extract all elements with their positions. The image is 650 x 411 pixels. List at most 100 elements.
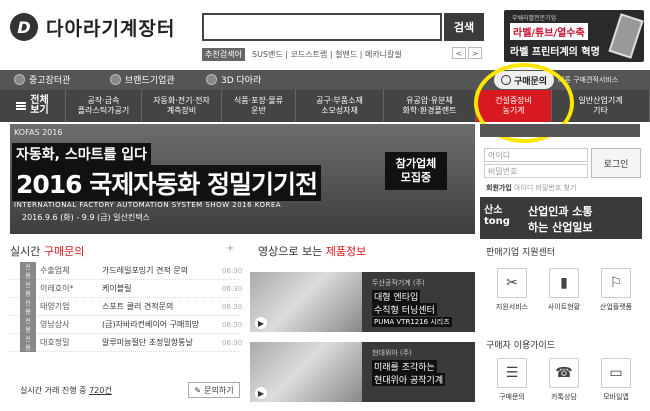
purchase-inquiry-guide[interactable]: ☰ 구매문의 bbox=[486, 358, 538, 402]
prev-arrow-icon[interactable]: < bbox=[452, 47, 466, 59]
more-icon[interactable]: + bbox=[226, 243, 234, 254]
live-inquiries-title: 실시간 구매문의 bbox=[10, 245, 85, 258]
industry-ad-line2: 하는 산업일보 bbox=[528, 221, 593, 234]
industry-ad-logo: 산소 tong bbox=[484, 205, 510, 227]
inquiry-title: (금)자바라컨베이어 구매희망 bbox=[102, 320, 200, 329]
video-desc1: 미래를 조각하는 bbox=[372, 360, 437, 373]
tools-icon: ✂ bbox=[497, 268, 527, 298]
time: 06:30 bbox=[222, 284, 243, 293]
live-total: 실시간 거래 진행 중 720건 bbox=[20, 386, 112, 395]
category-tools-parts[interactable]: 공구·부품소재 소모성자재 bbox=[296, 90, 384, 122]
mobile-app[interactable]: ▭ 모바일앱 bbox=[590, 358, 642, 402]
logo-mark-icon: D bbox=[10, 13, 38, 41]
category-all[interactable]: 전체 보기 bbox=[0, 90, 66, 122]
banner-title: 2016 국제자동화 정밀기기전 bbox=[12, 165, 321, 201]
brand-icon bbox=[110, 74, 121, 85]
time: 06:30 bbox=[222, 266, 243, 275]
document-icon: ☰ bbox=[497, 358, 527, 388]
video-card[interactable]: ▶ 현대위아 (주) 미래를 조각하는 현대위아 공작기계 bbox=[250, 342, 475, 402]
company: 태양기업 bbox=[40, 302, 70, 311]
buyer-guide-grid: ☰ 구매문의 ☎ 카톡상담 ▭ 모바일앱 bbox=[486, 358, 642, 402]
company: 이레호이* bbox=[40, 284, 74, 293]
live-inquiries-list: 신용 수출업체 가드레일포밍기 견적 문의 06:30 신용 이레호이* 케이블… bbox=[10, 261, 243, 352]
category-food-packaging[interactable]: 식품·포장·물류 운반 bbox=[222, 90, 296, 122]
play-icon[interactable]: ▶ bbox=[255, 387, 267, 399]
edit-icon: ✎ bbox=[194, 385, 202, 395]
kakao-consult[interactable]: ☎ 카톡상담 bbox=[538, 358, 590, 402]
printer-device-icon bbox=[608, 13, 644, 59]
play-icon[interactable]: ▶ bbox=[255, 317, 267, 329]
ad-line1: 라벨/튜브/열수축 bbox=[510, 23, 588, 40]
industry-ad-line1: 산업인과 소통 bbox=[528, 205, 593, 218]
nav-3d-daara[interactable]: 3D 다아라 bbox=[206, 73, 261, 86]
video-card[interactable]: ▶ 두산공작기계 (주) 대형 엔타입 수직형 터닝센터 PUMA VTR121… bbox=[250, 272, 475, 332]
id-input[interactable]: 아이디 bbox=[484, 148, 588, 162]
banner-subtitle: 자동화, 스마트를 입다 bbox=[12, 143, 151, 165]
inquiry-title: 스포트 쿨러 견적문의 bbox=[102, 302, 174, 311]
menu-icon bbox=[16, 102, 27, 110]
inquiry-title: 가드레일포밍기 견적 문의 bbox=[102, 266, 189, 275]
banner-badge[interactable]: 참가업체 모집중 bbox=[385, 152, 447, 190]
video-desc3: PUMA VTR1216 시리즈 bbox=[372, 317, 452, 327]
phone-icon: ☎ bbox=[549, 358, 579, 388]
site-status[interactable]: ▮ 사이트현황 bbox=[538, 268, 590, 312]
support-service[interactable]: ✂ 지원서비스 bbox=[486, 268, 538, 312]
join-links: 회원가입 아이디 비밀번호 찾기 bbox=[486, 183, 576, 193]
logo[interactable]: D 다아라기계장터 bbox=[10, 13, 175, 41]
password-input[interactable]: 비밀번호 bbox=[484, 164, 588, 178]
login-header bbox=[480, 124, 640, 137]
video-desc2: 현대위아 공작기계 bbox=[372, 373, 446, 386]
mobile-icon: ▭ bbox=[601, 358, 631, 388]
search-input[interactable] bbox=[202, 13, 442, 41]
video-desc1: 대형 엔타입 bbox=[372, 290, 421, 303]
signup-link[interactable]: 회원가입 bbox=[486, 184, 512, 192]
login-button[interactable]: 로그인 bbox=[591, 148, 641, 178]
credit-badge: 신용 bbox=[20, 261, 36, 280]
banner-english: INTERNATIONAL FACTORY AUTOMATION SYSTEM … bbox=[14, 201, 282, 209]
keyword-nav: < > bbox=[452, 47, 482, 59]
ad-small-text: 부쉐라벨전문기업 bbox=[512, 15, 557, 22]
credit-badge: 신용 bbox=[20, 279, 36, 298]
inquiry-title: 알루미늄절단 초정밀항통날 bbox=[102, 338, 193, 347]
recommended-keywords[interactable]: SUS밴드 | 코드스트랩 | 철밴드 | 메카니칼씰 bbox=[252, 49, 402, 60]
category-machining[interactable]: 공작·금속 플라스틱가공기 bbox=[66, 90, 142, 122]
credit-badge: 신용 bbox=[20, 297, 36, 316]
list-item[interactable]: 신용 이레호이* 케이블릴 06:30 bbox=[10, 279, 243, 298]
chart-icon: ▮ bbox=[549, 268, 579, 298]
3d-icon bbox=[206, 74, 217, 85]
logo-text: 다아라기계장터 bbox=[46, 17, 176, 40]
inquiry-title: 케이블릴 bbox=[102, 284, 132, 293]
recommended-keywords-tag: 추천검색어 bbox=[202, 48, 245, 61]
video-products-title: 영상으로 보는 제품정보 bbox=[258, 245, 367, 258]
industry-platform[interactable]: ⚐ 산업플랫폼 bbox=[590, 268, 642, 312]
credit-badge: 신용 bbox=[20, 333, 36, 352]
video-company: 두산공작기계 (주) bbox=[372, 279, 425, 287]
industry-daily-ad[interactable]: 산소 tong 산업인과 소통 하는 산업일보 bbox=[480, 197, 642, 239]
time: 06:30 bbox=[222, 320, 243, 329]
nav-brand-companies[interactable]: 브랜드기업관 bbox=[110, 73, 175, 86]
buyer-guide-title: 구매자 이용가이드 bbox=[486, 341, 556, 351]
company: 수출업체 bbox=[40, 266, 70, 275]
category-hydraulics-chemical[interactable]: 유공압·유분체 화학·환경플랜트 bbox=[384, 90, 476, 122]
company: 대호정밀 bbox=[40, 338, 70, 347]
credit-badge: 신용 bbox=[20, 315, 36, 334]
write-inquiry-button[interactable]: ✎ 문의하기 bbox=[188, 382, 240, 398]
label-printer-ad[interactable]: 부쉐라벨전문기업 라벨/튜브/열수축 라벨 프린터계의 혁명 bbox=[504, 10, 644, 62]
video-company: 현대위아 (주) bbox=[372, 349, 412, 357]
category-automation[interactable]: 자동화·전기·전자 계측장비 bbox=[142, 90, 222, 122]
search-button[interactable]: 검색 bbox=[444, 13, 484, 41]
list-item[interactable]: 신용 대호정밀 알루미늄절단 초정밀항통날 06:30 bbox=[10, 333, 243, 352]
find-account-link[interactable]: 아이디 비밀번호 찾기 bbox=[514, 184, 576, 192]
time: 06:30 bbox=[222, 338, 243, 347]
list-item[interactable]: 신용 태양기업 스포트 쿨러 견적문의 06:30 bbox=[10, 297, 242, 316]
used-market-icon bbox=[14, 74, 25, 85]
support-center-title: 판매기업 지원센터 bbox=[486, 248, 556, 258]
support-grid: ✂ 지원서비스 ▮ 사이트현황 ⚐ 산업플랫폼 bbox=[486, 268, 642, 312]
flag-icon: ⚐ bbox=[601, 268, 631, 298]
list-item[interactable]: 신용 영남상사 (금)자바라컨베이어 구매희망 06:30 bbox=[10, 315, 243, 334]
ad-line2: 라벨 프린터계의 혁명 bbox=[510, 47, 600, 58]
company: 영남상사 bbox=[40, 320, 70, 329]
next-arrow-icon[interactable]: > bbox=[468, 47, 482, 59]
list-item[interactable]: 신용 수출업체 가드레일포밍기 견적 문의 06:30 bbox=[10, 261, 243, 280]
nav-used-market[interactable]: 중고장터관 bbox=[14, 73, 70, 86]
